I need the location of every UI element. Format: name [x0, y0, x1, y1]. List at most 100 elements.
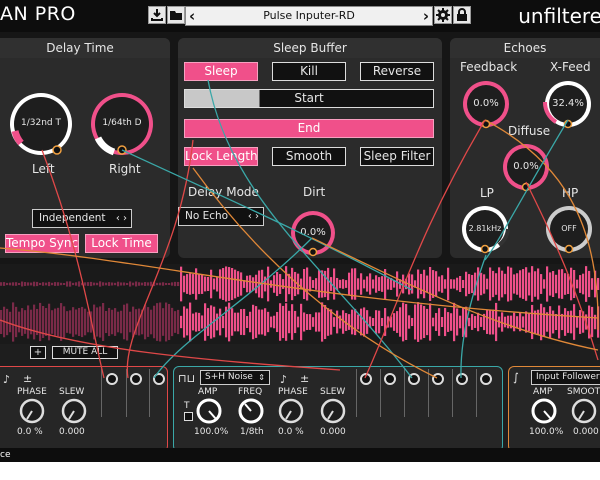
waveform-sample	[3, 282, 6, 286]
waveform-sample	[0, 309, 3, 335]
waveform-sample	[477, 312, 480, 332]
mod1-slew-knob[interactable]	[61, 398, 87, 424]
sleep-filter-toggle[interactable]: Sleep Filter	[360, 147, 434, 166]
waveform-sample	[387, 316, 390, 328]
square-wave-icon[interactable]: ⊓⊔	[178, 372, 195, 385]
end-slider[interactable]: End	[184, 119, 434, 138]
mod2-output-1[interactable]	[360, 373, 374, 395]
plus-minus-icon[interactable]: ±	[23, 372, 32, 385]
mod3-smooth-knob[interactable]	[571, 398, 597, 424]
waveform-sample	[33, 304, 36, 340]
note-icon[interactable]: ♪	[280, 373, 287, 386]
lock-icon[interactable]	[453, 6, 471, 24]
waveform-sample	[297, 316, 300, 328]
echo-mode-select[interactable]: No Echo ‹ ›	[178, 207, 264, 226]
waveform-sample	[294, 271, 297, 297]
start-slider[interactable]: Start	[184, 89, 434, 108]
mod1-output-2[interactable]	[130, 373, 144, 395]
waveform-sample	[213, 306, 216, 338]
mod2-source-select[interactable]: S+H Noise ⇕	[200, 370, 270, 385]
envelope-icon[interactable]: ∫	[513, 371, 519, 384]
mod2-output-6[interactable]	[480, 373, 494, 395]
plus-minus-icon[interactable]: ±	[300, 372, 309, 385]
gear-icon[interactable]	[434, 6, 452, 24]
feedback-knob[interactable]: 0.0%	[460, 78, 512, 130]
waveform-sample	[351, 309, 354, 335]
waveform-sample	[294, 310, 297, 334]
lock-time-toggle[interactable]: Lock Time	[85, 234, 158, 253]
waveform-sample	[405, 304, 408, 340]
mod1-output-3[interactable]	[153, 373, 167, 395]
waveform-sample	[342, 310, 345, 334]
kill-button[interactable]: Kill	[272, 62, 346, 81]
waveform-sample	[189, 273, 192, 295]
mod2-amp-knob[interactable]	[196, 398, 222, 424]
waveform-sample	[60, 282, 63, 286]
smooth-toggle[interactable]: Smooth	[272, 147, 346, 166]
preset-next-arrow[interactable]: ›	[423, 7, 429, 25]
waveform-sample	[90, 311, 93, 333]
mod2-freq-knob[interactable]	[238, 398, 264, 424]
waveform-sample	[510, 267, 513, 301]
waveform-sample	[570, 267, 573, 301]
mod2-slew-knob[interactable]	[320, 398, 346, 424]
waveform-sample	[144, 304, 147, 340]
waveform-sample	[543, 307, 546, 337]
delay-right-knob[interactable]: 1/64th D	[86, 88, 158, 160]
mod1-output-1[interactable]	[106, 373, 120, 395]
tempo-sync-toggle[interactable]: Tempo Sync	[5, 234, 79, 253]
note-icon[interactable]: ♪	[3, 373, 10, 386]
waveform-sample	[408, 273, 411, 295]
download-icon[interactable]	[148, 6, 166, 24]
mod2-output-5[interactable]	[456, 373, 470, 395]
mod3-amp-knob[interactable]	[531, 398, 557, 424]
waveform-sample	[201, 315, 204, 329]
mod2-trigger-checkbox[interactable]	[184, 412, 193, 421]
mod3-source-select[interactable]: Input Follower ⇕	[531, 370, 600, 385]
waveform-sample	[435, 313, 438, 331]
mod2-output-3[interactable]	[408, 373, 422, 395]
diffuse-knob[interactable]: 0.0%	[500, 141, 552, 193]
folder-icon[interactable]	[167, 6, 185, 24]
reverse-button[interactable]: Reverse	[360, 62, 434, 81]
waveform-sample	[180, 315, 183, 329]
waveform-sample	[132, 306, 135, 338]
waveform-sample	[63, 306, 66, 338]
waveform-sample	[396, 271, 399, 297]
end-label: End	[297, 121, 321, 135]
waveform-sample	[267, 311, 270, 333]
hp-knob[interactable]: OFF	[543, 203, 595, 255]
waveform-sample	[507, 266, 510, 302]
delay-left-knob[interactable]: 1/32nd T	[5, 88, 77, 160]
preset-selector[interactable]: ‹ Pulse Inputer-RD ›	[185, 6, 433, 26]
waveform-sample	[498, 316, 501, 328]
add-modulator-button[interactable]: +	[30, 346, 46, 359]
lp-knob[interactable]: 2.81kHz	[459, 203, 511, 255]
mod1-phase-knob[interactable]	[19, 398, 45, 424]
waveform-sample	[84, 308, 87, 336]
mod2-output-4[interactable]	[432, 373, 446, 395]
waveform-sample	[519, 270, 522, 298]
waveform-sample	[519, 312, 522, 332]
dirt-knob[interactable]: 0.0%	[288, 208, 338, 258]
waveform-sample	[231, 308, 234, 336]
waveform-sample	[6, 282, 9, 286]
lock-length-toggle[interactable]: Lock Length	[184, 147, 258, 166]
xfeed-knob[interactable]: 32.4%	[542, 78, 594, 130]
mod2-output-2[interactable]	[384, 373, 398, 395]
waveform-sample	[216, 276, 219, 292]
waveform-sample	[444, 279, 447, 289]
waveform-sample	[510, 315, 513, 329]
mod2-phase-knob[interactable]	[278, 398, 304, 424]
waveform-sample	[18, 311, 21, 333]
waveform-sample	[576, 316, 579, 328]
waveform-sample	[177, 309, 180, 335]
waveform-sample	[30, 282, 33, 286]
waveform-sample	[351, 268, 354, 300]
waveform-sample	[561, 313, 564, 331]
mute-all-button[interactable]: MUTE ALL	[52, 346, 118, 359]
preset-prev-arrow[interactable]: ‹	[189, 7, 195, 25]
waveform-sample	[39, 282, 42, 286]
sleep-button[interactable]: Sleep	[184, 62, 258, 81]
delay-mode-select[interactable]: Independent ‹ ›	[32, 209, 132, 228]
